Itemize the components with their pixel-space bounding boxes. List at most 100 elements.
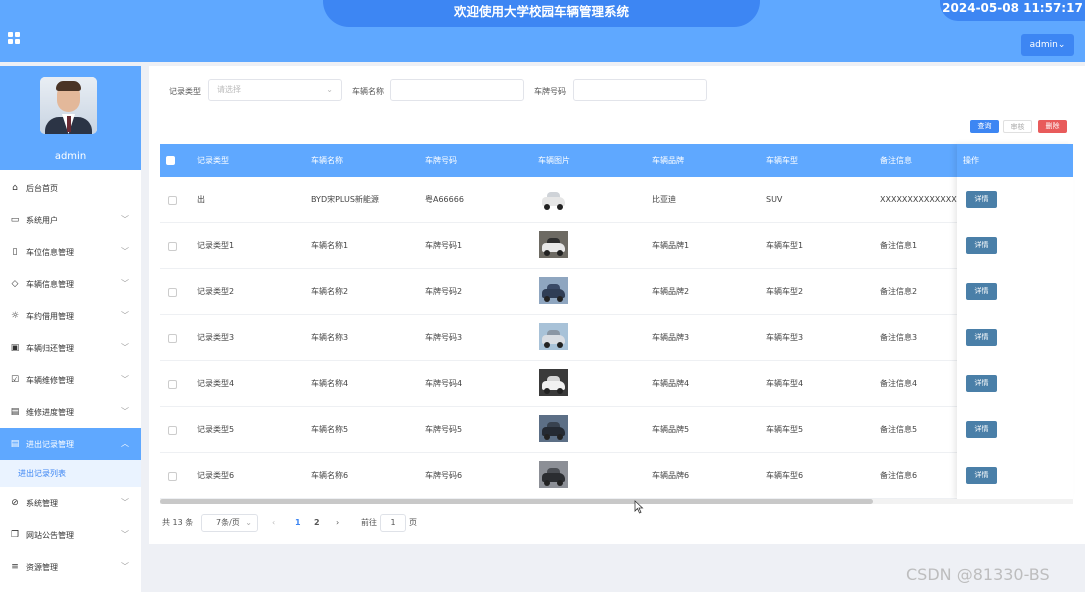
cell-type: 记录类型3 (197, 333, 235, 342)
sidebar: admin ⌂ 后台首页 ▭ 系统用户 ﹀ ▯ 车位信息管理 ﹀ ◇ 车辆信息管理 ﹀ ☼ 车约借用管理… (0, 66, 141, 592)
chevron-down-icon: ﹀ (121, 343, 129, 352)
cell-plate: 车牌号码2 (425, 287, 463, 296)
sidebar-item-inbox[interactable]: ▣ 车辆归还管理 ﹀ (0, 332, 141, 364)
table-row[interactable]: 记录类型3 车辆名称3 车牌号码3 车辆品牌3 车辆车型3 备注信息3 (160, 315, 1073, 361)
sidebar-item-sun[interactable]: ☼ 车约借用管理 ﹀ (0, 300, 141, 332)
column-header: 车辆图片 (538, 156, 570, 165)
row-checkbox[interactable] (168, 334, 177, 343)
datetime-display: 2024-05-08 11:57:17 (940, 0, 1085, 21)
prev-page-icon[interactable]: ‹ (272, 514, 275, 532)
column-header: 车辆车型 (766, 156, 798, 165)
row-checkbox[interactable] (168, 426, 177, 435)
mouse-cursor-icon (634, 500, 644, 514)
column-header-actions: 操作 (957, 144, 1073, 177)
chevron-down-icon: ⌄ (326, 85, 333, 94)
checklist-icon: ☑ (10, 375, 20, 385)
column-header: 车辆品牌 (652, 156, 684, 165)
chevron-up-icon: ︿ (121, 439, 129, 448)
vehicle-thumbnail[interactable] (539, 277, 568, 304)
cell-note: XXXXXXXXXXXXXX (880, 195, 957, 204)
vehicle-thumbnail[interactable] (539, 461, 568, 488)
grid-menu-icon[interactable] (8, 32, 21, 45)
row-checkbox[interactable] (168, 196, 177, 205)
table-row[interactable]: 记录类型1 车辆名称1 车牌号码1 车辆品牌1 车辆车型1 备注信息1 (160, 223, 1073, 269)
cell-name: 车辆名称4 (311, 379, 349, 388)
sidebar-item-paperclip[interactable]: ⊘ 系统管理 ﹀ (0, 487, 141, 519)
scrollbar-thumb[interactable] (160, 499, 873, 504)
chevron-down-icon: ﹀ (121, 498, 129, 507)
cell-brand: 车辆品牌6 (652, 471, 690, 480)
sidebar-item-label: 车辆维修管理 (26, 375, 74, 385)
copy-icon: ❐ (10, 530, 20, 540)
sidebar-item-label: 车位信息管理 (26, 247, 74, 257)
sidebar-item-checklist[interactable]: ☑ 车辆维修管理 ﹀ (0, 364, 141, 396)
vehicle-thumbnail[interactable] (539, 185, 568, 212)
sidebar-item-copy[interactable]: ❐ 网站公告管理 ﹀ (0, 519, 141, 551)
chevron-down-icon: ﹀ (121, 562, 129, 571)
table-row[interactable]: 记录类型2 车辆名称2 车牌号码2 车辆品牌2 车辆车型2 备注信息2 (160, 269, 1073, 315)
vehicle-thumbnail[interactable] (539, 415, 568, 442)
sidebar-item-tag[interactable]: ◇ 车辆信息管理 ﹀ (0, 268, 141, 300)
sidebar-item-list[interactable]: ▤ 进出记录管理 ︿ (0, 428, 141, 460)
detail-button[interactable]: 详情 (966, 191, 997, 208)
plate-number-input[interactable] (573, 79, 707, 101)
page-size-select[interactable]: 7条/页 ⌄ (201, 514, 258, 532)
vehicle-name-input[interactable] (390, 79, 524, 101)
record-type-label: 记录类型 (169, 87, 201, 96)
vehicle-thumbnail[interactable] (539, 231, 568, 258)
sidebar-subitem-records-list[interactable]: 进出记录列表 (0, 460, 141, 487)
page-number-1[interactable]: 1 (295, 514, 301, 532)
page-number-2[interactable]: 2 (314, 514, 320, 532)
row-checkbox[interactable] (168, 242, 177, 251)
sidebar-item-label: 资源管理 (26, 562, 58, 572)
table-row[interactable]: 记录类型4 车辆名称4 车牌号码4 车辆品牌4 车辆车型4 备注信息4 (160, 361, 1073, 407)
cell-plate: 粤A66666 (425, 195, 464, 204)
monitor-icon: ▭ (10, 215, 20, 225)
detail-button[interactable]: 详情 (966, 467, 997, 484)
row-checkbox[interactable] (168, 380, 177, 389)
system-title: 欢迎使用大学校园车辆管理系统 (323, 0, 760, 27)
chevron-down-icon: ⌄ (1057, 40, 1066, 50)
record-type-select[interactable]: 请选择 ⌄ (208, 79, 342, 101)
sidebar-item-label: 进出记录管理 (26, 439, 74, 449)
sliders-icon: ≡ (11, 562, 19, 572)
user-menu-label: admin (1029, 40, 1058, 50)
cell-note: 备注信息2 (880, 287, 918, 296)
cell-model: 车辆车型1 (766, 241, 804, 250)
chevron-down-icon: ﹀ (121, 247, 129, 256)
table-row[interactable]: 记录类型5 车辆名称5 车牌号码5 车辆品牌5 车辆车型5 备注信息5 (160, 407, 1073, 453)
profile-panel (0, 66, 141, 143)
detail-button[interactable]: 详情 (966, 421, 997, 438)
review-button[interactable]: 审核 (1003, 120, 1032, 133)
table-row[interactable]: 出 BYD宋PLUS新能源 粤A66666 比亚迪 SUV XXXXXXXXXXXXXX (160, 177, 1073, 223)
row-checkbox[interactable] (168, 472, 177, 481)
cell-type: 记录类型1 (197, 241, 235, 250)
sidebar-item-bookmark[interactable]: ▯ 车位信息管理 ﹀ (0, 236, 141, 268)
cell-type: 记录类型2 (197, 287, 235, 296)
goto-page-input[interactable]: 1 (380, 514, 406, 532)
delete-button[interactable]: 删除 (1038, 120, 1067, 133)
vehicle-thumbnail[interactable] (539, 369, 568, 396)
row-checkbox[interactable] (168, 288, 177, 297)
query-button[interactable]: 查询 (970, 120, 999, 133)
sidebar-item-sliders[interactable]: ≡ 资源管理 ﹀ (0, 551, 141, 583)
user-menu-button[interactable]: admin⌄ (1021, 34, 1074, 56)
select-all-checkbox[interactable] (166, 156, 175, 165)
next-page-icon[interactable]: › (336, 514, 339, 532)
chevron-down-icon: ﹀ (121, 530, 129, 539)
sidebar-item-chat[interactable]: ▤ 维修进度管理 ﹀ (0, 396, 141, 428)
chevron-down-icon: ﹀ (121, 215, 129, 224)
sidebar-item-home[interactable]: ⌂ 后台首页 (0, 172, 141, 204)
table-row[interactable]: 记录类型6 车辆名称6 车牌号码6 车辆品牌6 车辆车型6 备注信息6 (160, 453, 1073, 499)
horizontal-scrollbar[interactable] (160, 499, 1073, 504)
vehicle-thumbnail[interactable] (539, 323, 568, 350)
cell-type: 出 (197, 195, 205, 204)
detail-button[interactable]: 详情 (966, 237, 997, 254)
sidebar-item-monitor[interactable]: ▭ 系统用户 ﹀ (0, 204, 141, 236)
detail-button[interactable]: 详情 (966, 329, 997, 346)
watermark: CSDN @81330-BS (906, 565, 1050, 584)
detail-button[interactable]: 详情 (966, 375, 997, 392)
detail-button[interactable]: 详情 (966, 283, 997, 300)
cell-brand: 车辆品牌2 (652, 287, 690, 296)
bookmark-icon: ▯ (12, 247, 18, 257)
